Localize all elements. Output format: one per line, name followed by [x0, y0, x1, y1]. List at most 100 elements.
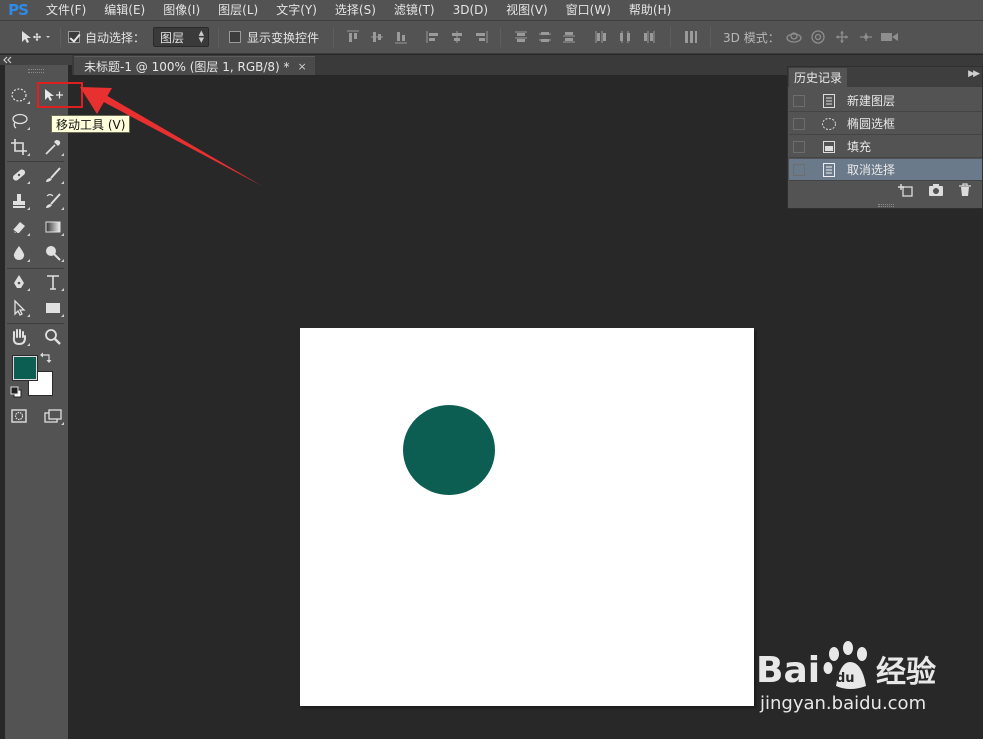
swap-arrows-icon: [40, 352, 52, 363]
pen-tool[interactable]: [6, 271, 32, 293]
auto-select-checkbox[interactable]: [68, 31, 80, 43]
magnifier-icon: [45, 329, 61, 345]
distribute-bottom-icon[interactable]: [562, 30, 576, 44]
align-left-icon[interactable]: [426, 30, 440, 44]
history-item[interactable]: 填充: [789, 136, 982, 158]
move-tool-icon: [22, 31, 50, 43]
snapshot-camera-icon[interactable]: [928, 183, 944, 200]
fill-icon: [821, 139, 837, 155]
menu-file[interactable]: 文件(F): [36, 0, 94, 20]
history-item-label: 新建图层: [847, 94, 896, 108]
menu-3d[interactable]: 3D(D): [443, 0, 496, 20]
3d-scale-camera-icon[interactable]: [880, 30, 900, 44]
svg-text:Bai: Bai: [756, 650, 820, 691]
screen-mode-button[interactable]: [40, 405, 66, 427]
trash-icon[interactable]: [958, 182, 972, 200]
water-drop-icon: [13, 246, 25, 260]
blur-tool[interactable]: [6, 242, 32, 264]
3d-roll-icon[interactable]: [810, 30, 826, 44]
distribute-top-icon[interactable]: [514, 30, 528, 44]
svg-text:du: du: [836, 671, 855, 686]
3d-pan-icon[interactable]: [834, 30, 850, 44]
menu-edit[interactable]: 编辑(E): [94, 0, 153, 20]
tool-preset-picker[interactable]: [20, 21, 50, 53]
default-colors-button[interactable]: [8, 385, 24, 399]
toolbar-grip[interactable]: [28, 69, 44, 73]
panel-menu-icon[interactable]: ▶▶: [968, 69, 980, 79]
hand-icon: [12, 329, 26, 346]
menu-layer[interactable]: 图层(L): [208, 0, 266, 20]
menu-select[interactable]: 选择(S): [325, 0, 384, 20]
align-horizontal-center-icon[interactable]: [450, 30, 464, 44]
auto-select-target-dropdown[interactable]: 图层 ▲ ▼: [153, 27, 209, 47]
history-item-label: 椭圆选框: [847, 117, 896, 131]
foreground-color-swatch[interactable]: [12, 355, 38, 381]
svg-text:经验: 经验: [876, 655, 936, 690]
new-document-from-state-icon[interactable]: [898, 183, 914, 200]
history-item[interactable]: 新建图层: [789, 90, 982, 112]
document-canvas[interactable]: [300, 328, 754, 706]
document-tab-title: 未标题-1 @ 100% (图层 1, RGB/8) *: [84, 59, 290, 74]
history-source-checkbox[interactable]: [793, 94, 805, 107]
menu-filter[interactable]: 滤镜(T): [384, 0, 443, 20]
menu-bar: PS 文件(F) 编辑(E) 图像(I) 图层(L) 文字(Y) 选择(S) 滤…: [0, 0, 983, 20]
align-right-icon[interactable]: [474, 30, 488, 44]
zoom-tool[interactable]: [40, 326, 66, 348]
quick-mask-button[interactable]: [6, 405, 32, 427]
3d-slide-icon[interactable]: [858, 30, 874, 44]
elliptical-marquee-tool[interactable]: [6, 84, 32, 106]
hand-tool[interactable]: [6, 326, 32, 348]
distribute-right-icon[interactable]: [642, 30, 656, 44]
rectangle-tool[interactable]: [40, 297, 66, 319]
double-chevron-left-icon[interactable]: [3, 56, 13, 64]
lasso-tool[interactable]: [6, 110, 32, 132]
menu-type[interactable]: 文字(Y): [266, 0, 325, 20]
distribute-horizontal-center-icon[interactable]: [618, 30, 632, 44]
3d-rotate-icon[interactable]: [785, 30, 803, 44]
close-icon[interactable]: ×: [298, 60, 307, 73]
history-source-checkbox[interactable]: [793, 140, 805, 153]
distribute-left-icon[interactable]: [594, 30, 608, 44]
ellipse-marquee-icon: [821, 116, 837, 132]
eyedropper-tool[interactable]: [40, 136, 66, 158]
menu-help[interactable]: 帮助(H): [619, 0, 679, 20]
3d-mode-label: 3D 模式：: [723, 30, 780, 45]
menu-window[interactable]: 窗口(W): [556, 0, 619, 20]
history-item-selected[interactable]: 取消选择: [789, 159, 982, 181]
path-selection-tool[interactable]: [6, 297, 32, 319]
document-tab[interactable]: 未标题-1 @ 100% (图层 1, RGB/8) * ×: [74, 56, 315, 75]
document-icon: [821, 162, 837, 178]
spot-healing-brush-tool[interactable]: [6, 164, 32, 186]
dodge-icon: [46, 246, 61, 261]
align-vertical-center-icon[interactable]: [370, 30, 384, 44]
auto-align-layers-icon[interactable]: [684, 30, 698, 44]
history-item[interactable]: 椭圆选框: [789, 113, 982, 135]
show-transform-controls-checkbox[interactable]: [229, 31, 241, 43]
history-item-label: 取消选择: [847, 163, 896, 177]
crop-tool[interactable]: [6, 136, 32, 158]
screen-mode-icon: [44, 409, 62, 423]
crop-icon: [11, 139, 27, 155]
history-source-checkbox[interactable]: [793, 117, 805, 130]
dropdown-arrows-icon: ▲ ▼: [198, 29, 204, 44]
clone-stamp-tool[interactable]: [6, 190, 32, 212]
align-bottom-icon[interactable]: [394, 30, 408, 44]
eraser-tool[interactable]: [6, 216, 32, 238]
align-top-icon[interactable]: [346, 30, 360, 44]
menu-view[interactable]: 视图(V): [496, 0, 556, 20]
history-tab[interactable]: 历史记录: [789, 68, 847, 87]
menu-image[interactable]: 图像(I): [153, 0, 208, 20]
quick-mask-icon: [11, 409, 27, 423]
swap-colors-button[interactable]: [38, 350, 54, 364]
gradient-tool[interactable]: [40, 216, 66, 238]
type-tool[interactable]: [40, 271, 66, 293]
distribute-vertical-center-icon[interactable]: [538, 30, 552, 44]
show-transform-controls-label: 显示变换控件: [247, 30, 320, 45]
dodge-tool[interactable]: [40, 242, 66, 264]
history-item-label: 填充: [847, 140, 872, 154]
history-brush-tool[interactable]: [40, 190, 66, 212]
history-source-checkbox[interactable]: [793, 163, 805, 176]
brush-tool[interactable]: [40, 164, 66, 186]
panel-grip[interactable]: [878, 204, 894, 207]
history-panel: 历史记录 ▶▶ 新建图层 椭圆选框 填充 取消选择: [787, 66, 983, 209]
